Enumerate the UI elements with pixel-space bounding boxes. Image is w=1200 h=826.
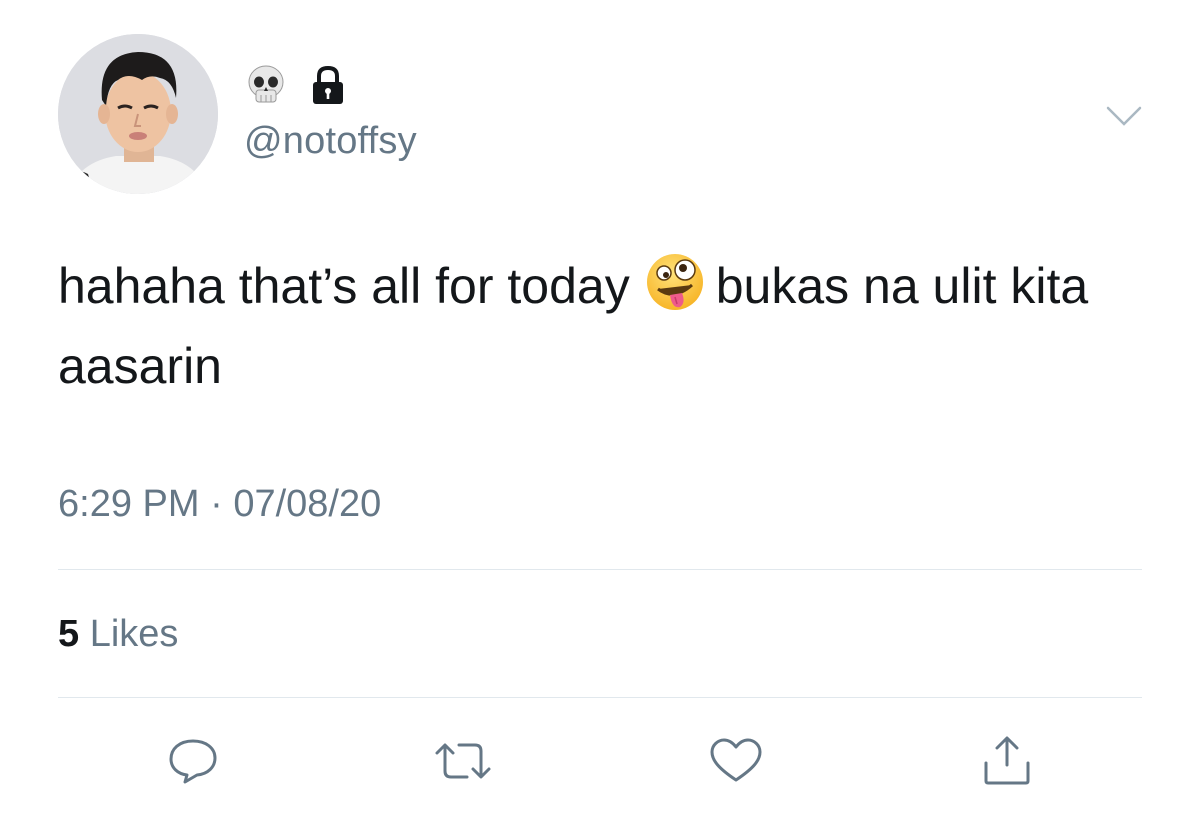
likes-count: 5	[58, 613, 80, 655]
tweet-timestamp: 6:29 PM · 07/08/20	[58, 483, 381, 526]
retweet-button[interactable]	[433, 734, 493, 788]
speech-bubble-icon	[169, 739, 217, 784]
avatar[interactable]	[58, 34, 218, 194]
divider-top	[58, 569, 1142, 570]
like-button[interactable]	[706, 734, 766, 788]
share-upload-icon	[984, 736, 1030, 785]
skull-emoji-icon	[244, 64, 288, 113]
tweet-text: hahaha that’s all for today bukas na uli…	[58, 246, 1158, 406]
tweet-date: 07/08/20	[233, 483, 382, 525]
retweet-arrows-icon	[435, 743, 491, 779]
display-name[interactable]	[244, 64, 348, 113]
divider-bottom	[58, 697, 1142, 698]
likes-label: Likes	[89, 613, 179, 655]
tweet-text-part-1: hahaha that’s all for today	[58, 258, 630, 314]
heart-icon	[710, 738, 762, 782]
chevron-down-icon[interactable]	[1104, 104, 1144, 128]
tweet-time: 6:29 PM	[58, 483, 200, 525]
user-handle[interactable]: @notoffsy	[244, 120, 417, 163]
timestamp-separator: ·	[210, 483, 223, 525]
reply-button[interactable]	[163, 734, 223, 788]
tweet-detail: @notoffsy hahaha that’s all for today bu…	[0, 0, 1200, 826]
share-button[interactable]	[977, 734, 1037, 788]
zany-face-emoji-icon	[644, 251, 706, 313]
likes-stat[interactable]: 5 Likes	[58, 613, 178, 656]
avatar-photo	[58, 34, 218, 194]
lock-icon	[308, 64, 348, 113]
